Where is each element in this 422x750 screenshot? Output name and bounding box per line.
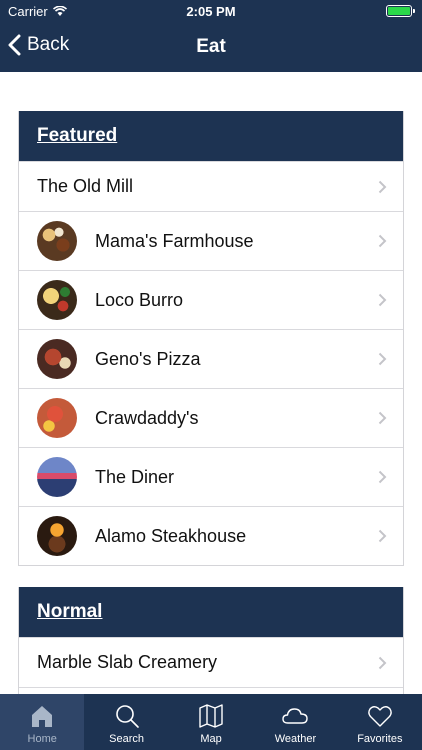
- page-title: Eat: [196, 36, 226, 57]
- tab-favorites[interactable]: Favorites: [338, 694, 422, 750]
- tab-search[interactable]: Search: [84, 694, 168, 750]
- tab-weather[interactable]: Weather: [253, 694, 337, 750]
- chevron-right-icon: [378, 529, 387, 543]
- status-time: 2:05 PM: [186, 4, 236, 19]
- list-item[interactable]: Marble Slab Creamery: [19, 637, 403, 687]
- restaurant-name: Alamo Steakhouse: [95, 525, 247, 546]
- battery-icon: [386, 5, 415, 17]
- restaurant-name: Marble Slab Creamery: [37, 652, 218, 672]
- list-item[interactable]: Alamo Steakhouse: [19, 506, 403, 565]
- heart-icon: [368, 706, 392, 727]
- food-thumbnail: [37, 280, 77, 320]
- restaurant-name: Geno's Pizza: [95, 348, 201, 369]
- list-item[interactable]: [19, 687, 403, 694]
- navigation-bar: Back Eat: [0, 22, 422, 72]
- normal-section-header: Normal: [19, 587, 403, 637]
- map-icon: [199, 704, 223, 728]
- tab-home[interactable]: Home: [0, 694, 85, 750]
- list-item[interactable]: Crawdaddy's: [19, 388, 403, 447]
- food-thumbnail: [37, 457, 77, 497]
- tab-label: Weather: [274, 733, 317, 745]
- restaurant-name: The Diner: [95, 466, 175, 487]
- normal-section: Normal Marble Slab Creamery: [18, 587, 404, 694]
- list-item[interactable]: The Old Mill: [19, 161, 403, 211]
- tab-bar: Home Search Map Weather Favorites: [0, 694, 422, 750]
- food-thumbnail: [37, 516, 77, 556]
- featured-section: Featured The Old Mill Mama's Farmhouse L…: [18, 111, 404, 566]
- list-item[interactable]: The Diner: [19, 447, 403, 506]
- cloud-icon: [282, 708, 309, 724]
- food-thumbnail: [37, 339, 77, 379]
- restaurant-name: The Old Mill: [37, 176, 134, 196]
- tab-label: Search: [109, 733, 145, 745]
- search-icon: [115, 705, 139, 728]
- content-scroll-area[interactable]: Featured The Old Mill Mama's Farmhouse L…: [0, 72, 422, 694]
- restaurant-name: Crawdaddy's: [95, 407, 199, 428]
- chevron-right-icon: [378, 411, 387, 425]
- restaurant-name: Mama's Farmhouse: [95, 230, 254, 251]
- home-icon: [32, 706, 53, 727]
- featured-section-header: Featured: [19, 111, 403, 161]
- status-bar: Carrier 2:05 PM: [0, 0, 422, 22]
- tab-label: Home: [27, 733, 57, 745]
- chevron-right-icon: [378, 180, 387, 193]
- chevron-right-icon: [378, 656, 387, 669]
- tab-label: Map: [200, 733, 222, 745]
- food-thumbnail: [37, 221, 77, 261]
- chevron-right-icon: [378, 293, 387, 307]
- restaurant-name: Loco Burro: [95, 289, 184, 310]
- tab-map[interactable]: Map: [169, 694, 253, 750]
- list-item[interactable]: Loco Burro: [19, 270, 403, 329]
- chevron-right-icon: [378, 234, 387, 248]
- chevron-right-icon: [378, 470, 387, 484]
- tab-label: Favorites: [357, 733, 403, 745]
- list-item[interactable]: Mama's Farmhouse: [19, 211, 403, 270]
- food-thumbnail: [37, 398, 77, 438]
- list-item[interactable]: Geno's Pizza: [19, 329, 403, 388]
- chevron-right-icon: [378, 352, 387, 366]
